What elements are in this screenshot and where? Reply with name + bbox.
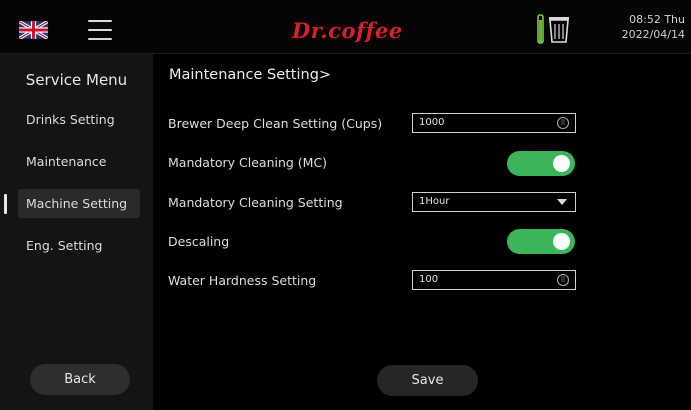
sidebar: Service Menu Drinks Setting Maintenance … [0, 54, 153, 410]
keypad-icon[interactable]: ⠿ [557, 117, 569, 129]
sidebar-item-eng-setting[interactable]: Eng. Setting [18, 231, 140, 260]
brewer-deep-clean-value: 1000 [419, 117, 445, 128]
water-hardness-input[interactable]: 100 ⠿ [412, 270, 576, 290]
waste-bin-icon [549, 17, 569, 43]
sidebar-title: Service Menu [25, 71, 128, 89]
mandatory-cleaning-setting-value: 1Hour [419, 196, 450, 207]
descaling-label: Descaling [168, 234, 230, 249]
chevron-down-icon [557, 199, 567, 205]
toggle-knob [553, 155, 570, 172]
uk-flag-icon[interactable] [19, 21, 48, 39]
active-item-marker [4, 194, 7, 214]
mandatory-cleaning-toggle[interactable] [507, 151, 575, 176]
back-button[interactable]: Back [30, 364, 130, 395]
brewer-deep-clean-label: Brewer Deep Clean Setting (Cups) [168, 116, 383, 131]
section-title: Maintenance Setting> [169, 67, 332, 83]
toggle-knob [553, 233, 570, 250]
mandatory-cleaning-setting-select[interactable]: 1Hour [412, 192, 576, 212]
brand-logo: Dr.coffee [292, 18, 403, 43]
clock-time: 08:52 Thu [629, 13, 685, 26]
top-bar: Dr.coffee 08:52 Thu 2022/04/14 [0, 0, 691, 54]
save-button[interactable]: Save [377, 365, 478, 396]
descaling-toggle[interactable] [507, 229, 575, 254]
clock-date: 2022/04/14 [621, 28, 685, 41]
mandatory-cleaning-setting-label: Mandatory Cleaning Setting [168, 195, 343, 210]
hamburger-menu-icon[interactable] [88, 20, 112, 40]
water-hardness-value: 100 [419, 274, 439, 285]
water-level-icon [537, 14, 544, 44]
main-panel: Maintenance Setting> Brewer Deep Clean S… [153, 54, 691, 410]
clock: 08:52 Thu 2022/04/14 [622, 12, 685, 42]
mandatory-cleaning-label: Mandatory Cleaning (MC) [168, 155, 328, 170]
brewer-deep-clean-input[interactable]: 1000 ⠿ [412, 113, 576, 133]
sidebar-item-drinks-setting[interactable]: Drinks Setting [18, 105, 140, 134]
sidebar-item-maintenance[interactable]: Maintenance [18, 147, 140, 176]
sidebar-item-machine-setting[interactable]: Machine Setting [18, 189, 140, 218]
water-hardness-label: Water Hardness Setting [168, 273, 317, 288]
keypad-icon[interactable]: ⠿ [557, 274, 569, 286]
